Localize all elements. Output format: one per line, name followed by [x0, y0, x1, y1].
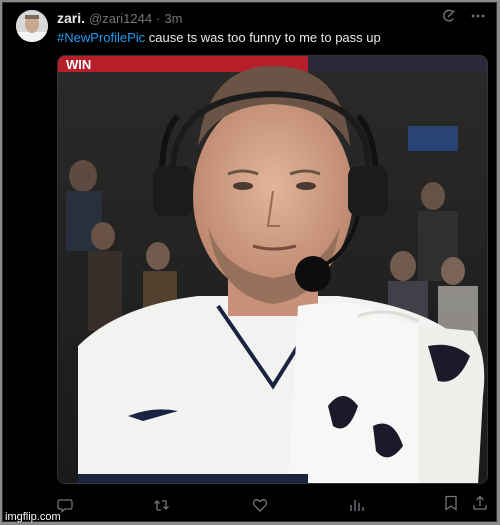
hashtag-link[interactable]: #NewProfilePic: [57, 30, 145, 45]
post-card: zari. @zari1244 · 3m #NewProfilePic caus…: [2, 2, 497, 522]
top-actions: [442, 9, 486, 28]
share-icon[interactable]: [472, 495, 488, 516]
banner-text: WIN: [66, 57, 91, 72]
post-header: zari. @zari1244 · 3m: [57, 10, 183, 28]
bookmark-icon[interactable]: [444, 495, 458, 516]
timestamp[interactable]: 3m: [164, 11, 182, 26]
grok-icon[interactable]: [442, 9, 456, 28]
action-bar: [57, 495, 488, 515]
views-icon[interactable]: [348, 497, 364, 513]
avatar[interactable]: [16, 10, 48, 42]
post-image[interactable]: WIN: [57, 55, 488, 484]
display-name[interactable]: zari.: [57, 10, 85, 26]
post-body: cause ts was too funny to me to pass up: [145, 30, 381, 45]
right-actions: [444, 495, 488, 516]
repost-icon[interactable]: [153, 497, 171, 513]
like-icon[interactable]: [252, 497, 268, 513]
separator-dot: ·: [156, 11, 161, 26]
more-icon[interactable]: [470, 9, 486, 28]
watermark: imgflip.com: [5, 511, 61, 523]
user-handle[interactable]: @zari1244: [89, 11, 152, 26]
post-text: #NewProfilePic cause ts was too funny to…: [57, 30, 381, 45]
